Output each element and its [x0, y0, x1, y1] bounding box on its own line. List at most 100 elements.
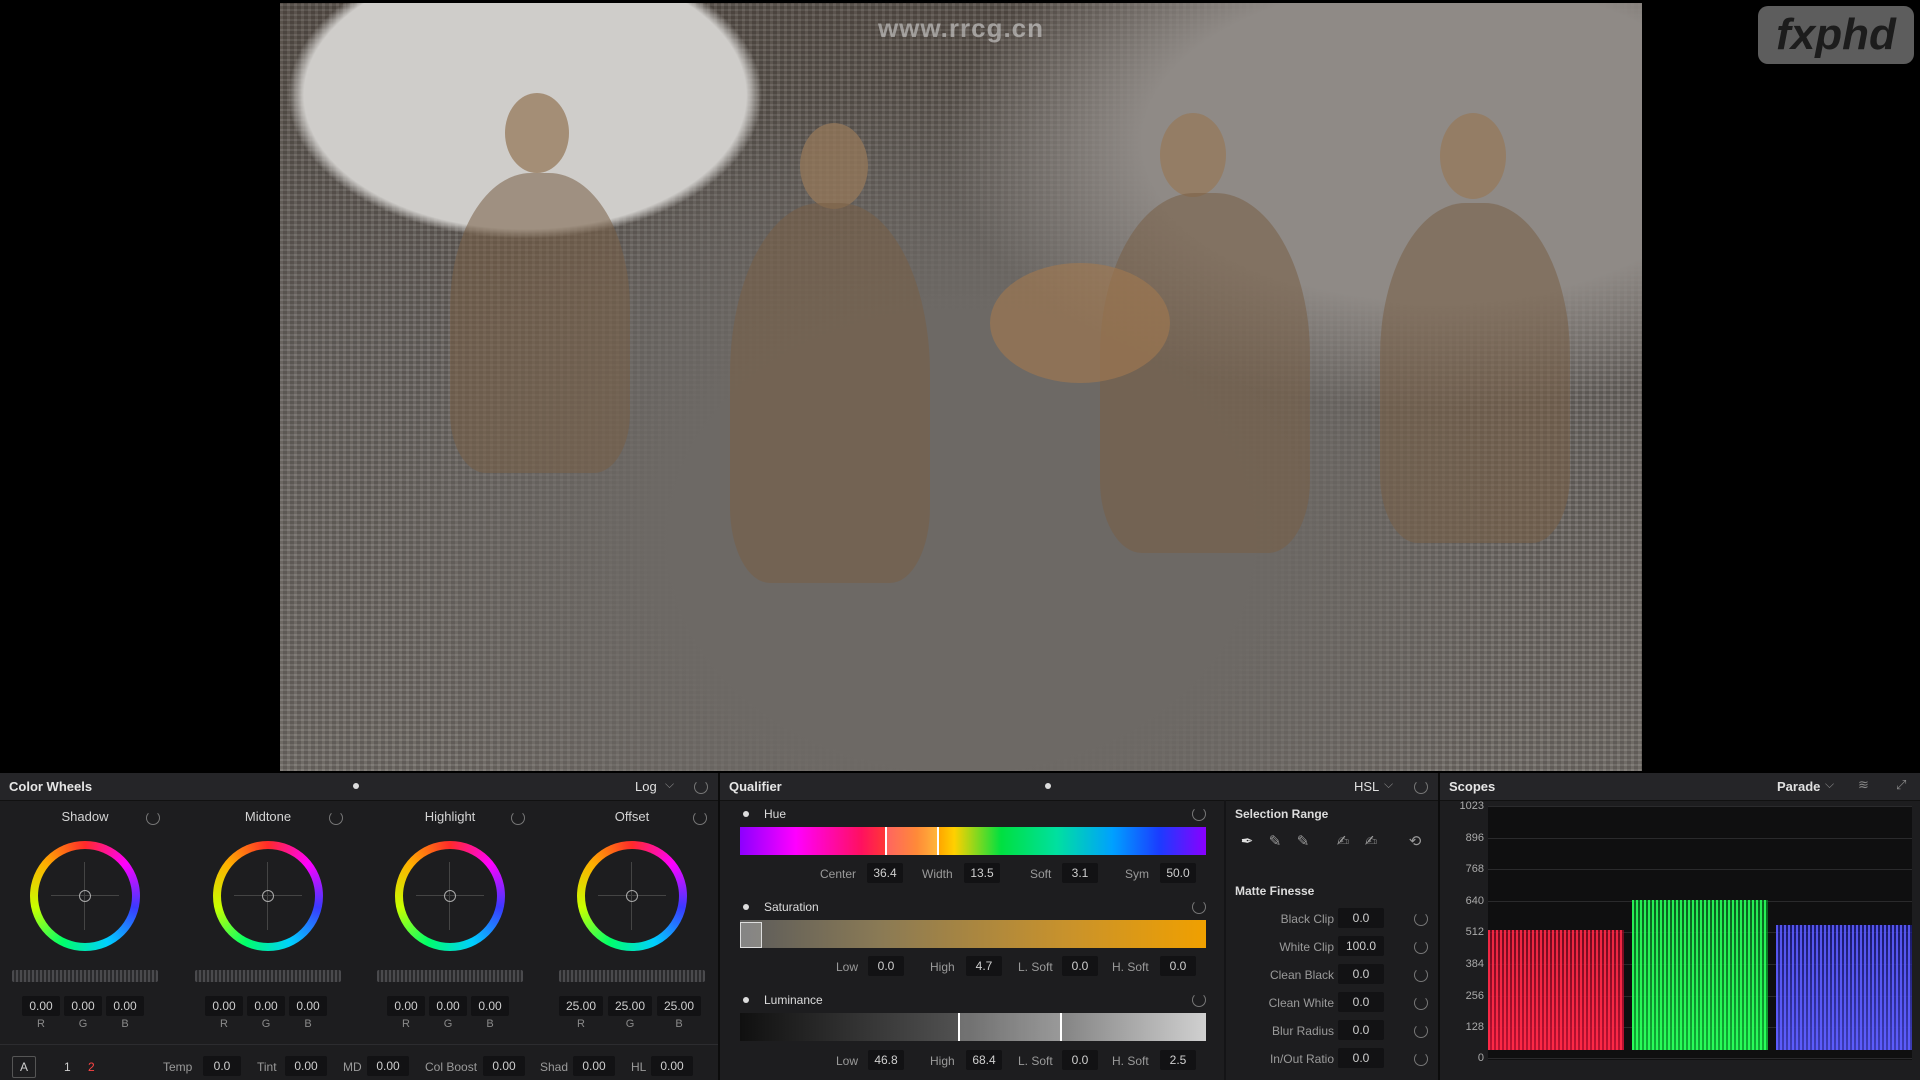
highlight-r-value[interactable]: 0.00	[387, 996, 425, 1016]
sat-high-value[interactable]: 4.7	[966, 956, 1002, 976]
md-value[interactable]: 0.00	[367, 1056, 409, 1076]
hue-sym-label: Sym	[1125, 867, 1149, 881]
scope-settings-icon[interactable]: ≋	[1858, 777, 1869, 793]
lum-low-value[interactable]: 46.8	[868, 1050, 904, 1070]
expand-icon[interactable]: ⤢	[1896, 777, 1906, 793]
hue-width-value[interactable]: 13.5	[964, 863, 1000, 883]
page-indicator[interactable]	[353, 783, 359, 789]
scope-mode-dropdown[interactable]: Parade	[1777, 779, 1820, 794]
midtone-r-value[interactable]: 0.00	[205, 996, 243, 1016]
hue-range-bar[interactable]	[740, 827, 1206, 855]
eyedropper-minus-icon[interactable]: ✎	[1266, 833, 1284, 851]
reset-icon[interactable]	[693, 811, 707, 825]
reset-icon[interactable]	[1414, 780, 1428, 794]
page-indicator[interactable]	[1045, 783, 1051, 789]
highlight-master-jog[interactable]	[377, 970, 523, 982]
softness-plus-icon[interactable]: ✍	[1362, 833, 1380, 851]
luminance-enable-dot[interactable]	[743, 997, 749, 1003]
saturation-range-bar[interactable]	[740, 920, 1206, 948]
offset-r-value[interactable]: 25.00	[559, 996, 603, 1016]
crosshair-icon[interactable]	[444, 890, 456, 902]
offset-b-value[interactable]: 25.00	[657, 996, 701, 1016]
crosshair-icon[interactable]	[262, 890, 274, 902]
g-label: G	[443, 1018, 453, 1030]
lum-lsoft-value[interactable]: 0.0	[1062, 1050, 1098, 1070]
midtone-b-value[interactable]: 0.00	[289, 996, 327, 1016]
hue-enable-dot[interactable]	[743, 811, 749, 817]
reset-icon[interactable]	[1414, 1024, 1428, 1038]
highlight-g-value[interactable]: 0.00	[429, 996, 467, 1016]
matte-finesse-title: Matte Finesse	[1235, 884, 1315, 898]
hue-selection-range[interactable]	[885, 827, 939, 855]
blur-radius-value[interactable]: 0.0	[1338, 1020, 1384, 1040]
hue-soft-value[interactable]: 3.1	[1062, 863, 1098, 883]
softness-minus-icon[interactable]: ✍	[1334, 833, 1352, 851]
shadow-master-jog[interactable]	[12, 970, 158, 982]
saturation-selection-range[interactable]	[740, 922, 762, 948]
chevron-down-icon[interactable]: ⌵	[1384, 777, 1393, 792]
lum-hsoft-value[interactable]: 2.5	[1160, 1050, 1196, 1070]
crosshair-icon[interactable]	[79, 890, 91, 902]
luminance-selection-range[interactable]	[958, 1013, 1062, 1041]
reset-icon[interactable]	[1192, 993, 1206, 1007]
col-boost-value[interactable]: 0.00	[483, 1056, 525, 1076]
invert-icon[interactable]: ⟲	[1406, 833, 1424, 851]
sat-low-value[interactable]: 0.0	[868, 956, 904, 976]
video-viewer[interactable]: www.rrcg.cn	[280, 3, 1642, 771]
shadow-r-value[interactable]: 0.00	[22, 996, 60, 1016]
shadow-wheel[interactable]	[30, 841, 140, 951]
black-clip-value[interactable]: 0.0	[1338, 908, 1384, 928]
reset-icon[interactable]	[1192, 807, 1206, 821]
reset-icon[interactable]	[1414, 996, 1428, 1010]
reset-icon[interactable]	[329, 811, 343, 825]
qualifier-mode-dropdown[interactable]: HSL	[1354, 779, 1379, 794]
in-out-ratio-value[interactable]: 0.0	[1338, 1048, 1384, 1068]
guitar	[990, 263, 1170, 383]
reset-icon[interactable]	[511, 811, 525, 825]
saturation-enable-dot[interactable]	[743, 904, 749, 910]
chevron-down-icon[interactable]: ⌵	[665, 777, 674, 792]
clean-white-value[interactable]: 0.0	[1338, 992, 1384, 1012]
y-tick: 1023	[1459, 800, 1484, 812]
mode-a-button[interactable]: A	[12, 1056, 36, 1078]
hue-center-value[interactable]: 36.4	[867, 863, 903, 883]
page-1-tab[interactable]: 1	[64, 1060, 71, 1074]
offset-wheel[interactable]	[577, 841, 687, 951]
reset-icon[interactable]	[1192, 900, 1206, 914]
crosshair-icon[interactable]	[626, 890, 638, 902]
highlight-wheel[interactable]	[395, 841, 505, 951]
chevron-down-icon[interactable]: ⌵	[1825, 777, 1834, 792]
midtone-master-jog[interactable]	[195, 970, 341, 982]
white-clip-value[interactable]: 100.0	[1338, 936, 1384, 956]
reset-icon[interactable]	[1414, 940, 1428, 954]
shadow-g-value[interactable]: 0.00	[64, 996, 102, 1016]
shad-value[interactable]: 0.00	[573, 1056, 615, 1076]
tint-value[interactable]: 0.00	[285, 1056, 327, 1076]
highlight-b-value[interactable]: 0.00	[471, 996, 509, 1016]
offset-master-jog[interactable]	[559, 970, 705, 982]
hue-sym-value[interactable]: 50.0	[1160, 863, 1196, 883]
clean-black-value[interactable]: 0.0	[1338, 964, 1384, 984]
g-label: G	[261, 1018, 271, 1030]
eyedropper-plus-icon[interactable]: ✎	[1294, 833, 1312, 851]
reset-icon[interactable]	[1414, 912, 1428, 926]
lum-high-value[interactable]: 68.4	[966, 1050, 1002, 1070]
reset-icon[interactable]	[146, 811, 160, 825]
temp-value[interactable]: 0.0	[203, 1056, 241, 1076]
sat-lsoft-value[interactable]: 0.0	[1062, 956, 1098, 976]
page-2-tab[interactable]: 2	[88, 1060, 95, 1074]
shadow-b-value[interactable]: 0.00	[106, 996, 144, 1016]
offset-g-value[interactable]: 25.00	[608, 996, 652, 1016]
wheel-mode-dropdown[interactable]: Log	[635, 779, 657, 794]
clean-black-label: Clean Black	[1269, 968, 1334, 982]
hl-value[interactable]: 0.00	[651, 1056, 693, 1076]
reset-icon[interactable]	[1414, 968, 1428, 982]
luminance-range-bar[interactable]	[740, 1013, 1206, 1041]
eyedropper-icon[interactable]: ✒	[1238, 833, 1256, 851]
reset-icon[interactable]	[694, 780, 708, 794]
saturation-label: Saturation	[764, 900, 819, 914]
midtone-g-value[interactable]: 0.00	[247, 996, 285, 1016]
midtone-wheel[interactable]	[213, 841, 323, 951]
reset-icon[interactable]	[1414, 1052, 1428, 1066]
sat-hsoft-value[interactable]: 0.0	[1160, 956, 1196, 976]
